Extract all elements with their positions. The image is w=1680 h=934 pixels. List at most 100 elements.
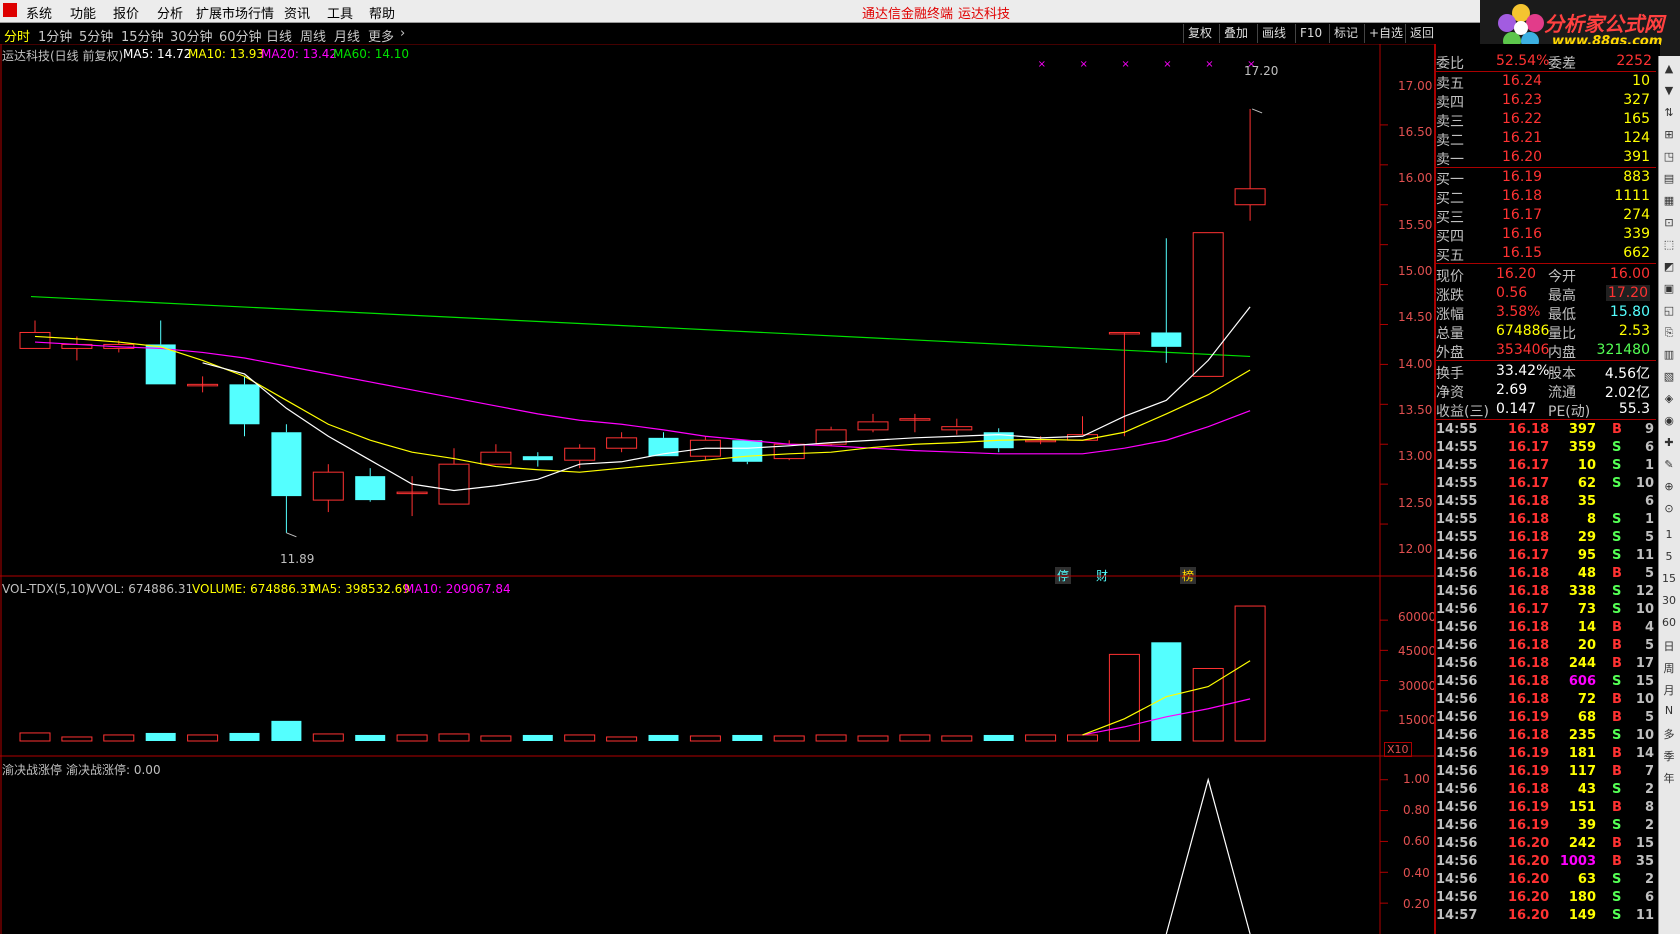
tick-price: 16.18 <box>1508 566 1550 581</box>
tick-count: 4 <box>1644 620 1654 635</box>
stat-label: 涨幅 <box>1436 307 1464 323</box>
tick-price: 16.18 <box>1508 422 1550 437</box>
sidebar-period-button[interactable]: 15 <box>1661 572 1677 588</box>
sidebar-period-button[interactable]: N <box>1661 704 1677 720</box>
tick-direction: S <box>1612 728 1622 743</box>
sidebar-tool-icon[interactable]: ▦ <box>1661 194 1677 210</box>
tick-time: 14:56 <box>1436 728 1478 743</box>
tick-row: 14:56 16.17 95 S 11 <box>1436 547 1656 565</box>
sidebar-tool-icon[interactable]: ▣ <box>1661 282 1677 298</box>
sidebar-tool-icon[interactable]: ▤ <box>1661 172 1677 188</box>
candle-body <box>1234 188 1266 206</box>
ask-label: 卖五 <box>1436 76 1464 92</box>
tick-time: 14:56 <box>1436 602 1478 617</box>
tick-row: 14:56 16.20 63 S 2 <box>1436 871 1656 889</box>
sidebar-tool-icon[interactable]: ⊞ <box>1661 128 1677 144</box>
weibi-value: 52.54% <box>1496 53 1550 69</box>
sidebar-tool-icon[interactable]: ⊡ <box>1661 216 1677 232</box>
tick-count: 10 <box>1635 476 1654 491</box>
sidebar-period-button[interactable]: 周 <box>1661 660 1677 676</box>
tick-direction: B <box>1612 422 1622 437</box>
tick-price: 16.19 <box>1508 818 1550 833</box>
sidebar-tool-icon[interactable]: ✎ <box>1661 458 1677 474</box>
sidebar-tool-icon[interactable]: ◱ <box>1661 304 1677 320</box>
tick-count: 5 <box>1644 566 1654 581</box>
tick-price: 16.18 <box>1508 656 1550 671</box>
sidebar-tool-icon[interactable]: ▥ <box>1661 348 1677 364</box>
tick-volume: 235 <box>1568 728 1596 743</box>
tick-time: 14:55 <box>1436 512 1478 527</box>
tick-volume: 43 <box>1577 782 1596 797</box>
sidebar-period-button[interactable]: 60 <box>1661 616 1677 632</box>
sidebar-period-button[interactable]: 年 <box>1661 770 1677 786</box>
stat-label: 量比 <box>1548 326 1576 342</box>
tick-row: 14:56 16.19 117 B 7 <box>1436 763 1656 781</box>
event-x-marker: × <box>1080 59 1088 70</box>
tick-price: 16.18 <box>1508 530 1550 545</box>
kline-chart[interactable]: × × × × × × <box>0 0 1436 934</box>
sidebar-tool-icon[interactable]: ⊕ <box>1661 480 1677 496</box>
tick-volume: 48 <box>1577 566 1596 581</box>
sidebar-tool-icon[interactable]: ◩ <box>1661 260 1677 276</box>
tick-direction: S <box>1612 818 1622 833</box>
sidebar-tool-icon[interactable]: ▧ <box>1661 370 1677 386</box>
sidebar-tool-icon[interactable]: ⎘ <box>1661 326 1677 342</box>
sidebar-period-button[interactable]: 月 <box>1661 682 1677 698</box>
tick-price: 16.18 <box>1508 674 1550 689</box>
tick-volume: 95 <box>1577 548 1596 563</box>
sidebar-period-button[interactable]: 日 <box>1661 638 1677 654</box>
tick-time: 14:56 <box>1436 656 1478 671</box>
candle-body <box>941 426 973 431</box>
sidebar-tool-icon[interactable]: ✚ <box>1661 436 1677 452</box>
volume-bar <box>606 736 638 742</box>
ma60-line <box>30 295 1251 358</box>
tick-row: 14:55 16.17 62 S 10 <box>1436 475 1656 493</box>
sidebar-tool-icon[interactable]: ▼ <box>1661 84 1677 100</box>
sidebar-period-button[interactable]: 季 <box>1661 748 1677 764</box>
sidebar-tool-icon[interactable]: ▲ <box>1661 62 1677 78</box>
tick-time: 14:56 <box>1436 710 1478 725</box>
sidebar-period-button[interactable]: 30 <box>1661 594 1677 610</box>
tick-count: 5 <box>1644 530 1654 545</box>
bid-label: 买四 <box>1436 229 1464 245</box>
tick-row: 14:56 16.18 235 S 10 <box>1436 727 1656 745</box>
stat-value: 17.20 <box>1605 285 1650 301</box>
tick-price: 16.17 <box>1508 602 1550 617</box>
sidebar-tool-icon[interactable]: ◳ <box>1661 150 1677 166</box>
ask-label: 卖二 <box>1436 133 1464 149</box>
sidebar-period-button[interactable]: 多 <box>1661 726 1677 742</box>
tick-volume: 29 <box>1577 530 1596 545</box>
sidebar-tool-icon[interactable]: ◉ <box>1661 414 1677 430</box>
weibi-label: 委比 <box>1436 56 1464 72</box>
sidebar-tool-icon[interactable]: ⊙ <box>1661 502 1677 518</box>
sidebar-period-button[interactable]: 5 <box>1661 550 1677 566</box>
tick-volume: 72 <box>1577 692 1596 707</box>
tick-price: 16.18 <box>1508 512 1550 527</box>
tick-direction: B <box>1612 746 1622 761</box>
volume-bar <box>103 734 135 742</box>
tick-price: 16.19 <box>1508 800 1550 815</box>
tick-volume: 397 <box>1568 422 1596 437</box>
tick-direction: S <box>1612 908 1622 923</box>
candle-body <box>732 440 763 462</box>
fund-value: 33.42% <box>1496 363 1550 379</box>
sidebar-tool-icon[interactable]: ◈ <box>1661 392 1677 408</box>
sidebar-tool-icon[interactable]: ⬚ <box>1661 238 1677 254</box>
tick-time: 14:56 <box>1436 746 1478 761</box>
tick-row: 14:56 16.19 68 B 5 <box>1436 709 1656 727</box>
tick-count: 6 <box>1644 440 1654 455</box>
volume-bar <box>732 734 763 741</box>
ask-row: 卖四 16.23 327 <box>1436 91 1656 111</box>
tick-direction: S <box>1612 476 1622 491</box>
tick-row: 14:56 16.20 242 B 15 <box>1436 835 1656 853</box>
volume-bar <box>983 734 1014 741</box>
event-x-marker: × <box>1205 59 1213 70</box>
tick-direction: S <box>1612 530 1622 545</box>
ask-row: 卖二 16.21 124 <box>1436 129 1656 149</box>
sidebar-tool-icon[interactable]: ⇅ <box>1661 106 1677 122</box>
sidebar-period-button[interactable]: 1 <box>1661 528 1677 544</box>
tick-price: 16.18 <box>1508 620 1550 635</box>
tick-row: 14:56 16.18 606 S 15 <box>1436 673 1656 691</box>
low-price-label: 11.89 <box>280 552 315 566</box>
tick-time: 14:55 <box>1436 530 1478 545</box>
